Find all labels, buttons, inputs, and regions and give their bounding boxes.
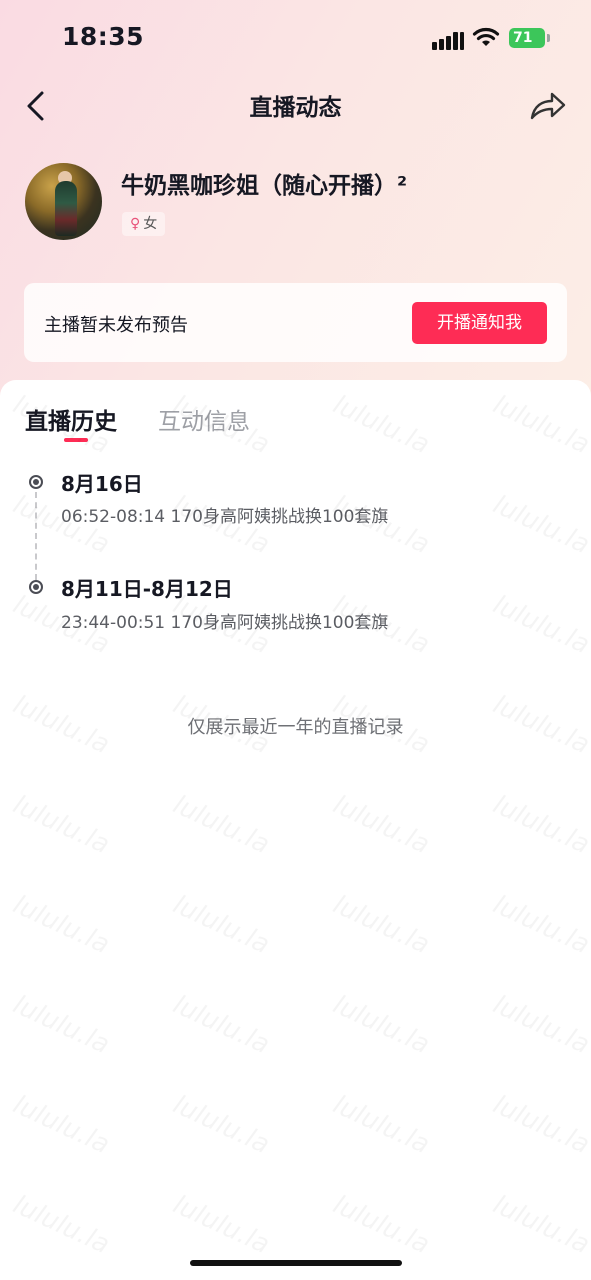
preview-notice-card: 主播暂未发布预告 开播通知我 — [24, 283, 567, 362]
share-button[interactable] — [528, 88, 568, 124]
record-description[interactable]: 23:44-00:51 170身高阿姨挑战换100套旗 — [61, 608, 388, 633]
footer-note: 仅展示最近一年的直播记录 — [187, 717, 404, 738]
battery-cap — [547, 34, 550, 42]
record-description[interactable]: 06:52-08:14 170身高阿姨挑战换100套旗 — [61, 502, 388, 527]
anchor-name: 牛奶黑咖珍姐（随心开播）² — [121, 173, 408, 199]
tab-live-history[interactable]: 直播历史 — [25, 402, 117, 436]
content-panel: 直播历史 互动信息 8月16日 06:52-08:14 170身高阿姨挑战换10… — [0, 380, 591, 1280]
cellular-signal-icon — [432, 30, 464, 50]
gender-label: 女 — [143, 216, 158, 232]
female-icon: ♀ — [130, 216, 141, 232]
record-date: 8月16日 — [61, 472, 143, 496]
notice-text: 主播暂未发布预告 — [44, 315, 188, 336]
page-title: 直播动态 — [249, 95, 342, 121]
timeline-dot-icon — [29, 475, 43, 489]
avatar-figure-body — [55, 181, 77, 236]
home-indicator[interactable] — [190, 1260, 402, 1266]
battery-icon: 71 — [509, 28, 545, 48]
avatar[interactable] — [25, 163, 102, 240]
status-bar: 18:35 71 — [0, 0, 591, 80]
timeline-dot-icon — [29, 580, 43, 594]
wifi-icon — [472, 27, 500, 46]
status-time: 18:35 — [62, 22, 145, 51]
battery-level: 71 — [513, 30, 533, 46]
notify-me-button[interactable]: 开播通知我 — [412, 302, 547, 344]
active-tab-indicator — [64, 438, 88, 442]
gender-tag: ♀ 女 — [122, 212, 166, 236]
tab-interaction-info[interactable]: 互动信息 — [158, 402, 250, 436]
record-date: 8月11日-8月12日 — [61, 577, 233, 601]
timeline-connector — [35, 492, 37, 580]
